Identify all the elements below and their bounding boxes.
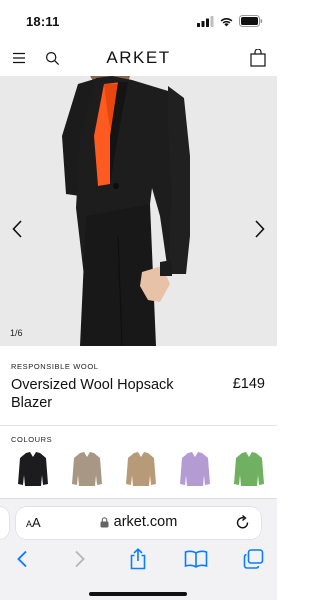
- image-counter: 1/6: [10, 328, 23, 338]
- status-icons: [197, 15, 263, 27]
- url-display[interactable]: arket.com: [16, 514, 261, 530]
- status-bar: 18:11: [0, 0, 277, 42]
- colour-swatches: [14, 450, 268, 488]
- reload-icon[interactable]: [235, 514, 251, 532]
- status-time: 18:11: [26, 14, 60, 29]
- colour-swatch-green[interactable]: [230, 450, 268, 488]
- brand-logo[interactable]: ARKET: [0, 48, 277, 68]
- wifi-icon: [220, 17, 233, 26]
- divider: [0, 425, 277, 426]
- blazer-swatch-image: [18, 452, 48, 486]
- blazer-swatch-image: [72, 452, 102, 486]
- product-image-carousel[interactable]: 1/6: [0, 76, 277, 346]
- forward-icon[interactable]: [68, 547, 92, 571]
- bookmarks-icon[interactable]: [184, 547, 208, 571]
- colour-swatch-black[interactable]: [14, 450, 52, 488]
- signal-icon: [197, 15, 214, 27]
- colour-swatch-lilac[interactable]: [176, 450, 214, 488]
- colour-swatch-camel[interactable]: [122, 450, 160, 488]
- battery-icon: [239, 15, 263, 27]
- site-header: ARKET: [0, 42, 277, 76]
- lock-icon: [100, 516, 109, 527]
- blazer-swatch-image: [126, 452, 156, 486]
- chevron-right-icon[interactable]: [252, 218, 268, 240]
- tabs-icon[interactable]: [241, 547, 265, 571]
- blazer-swatch-image: [180, 452, 210, 486]
- colours-label: COLOURS: [11, 435, 53, 444]
- browser-chrome: AA arket.com: [0, 498, 277, 600]
- share-icon[interactable]: [126, 547, 150, 571]
- previous-tab-peek[interactable]: [0, 507, 9, 539]
- product-info: RESPONSIBLE WOOL Oversized Wool Hopsack …: [0, 346, 277, 498]
- product-eyebrow: RESPONSIBLE WOOL: [11, 362, 99, 371]
- product-name: Oversized Wool Hopsack Blazer: [11, 377, 174, 411]
- chevron-left-icon[interactable]: [9, 218, 25, 240]
- home-indicator: [89, 592, 187, 596]
- browser-toolbar: [0, 547, 277, 571]
- url-text: arket.com: [113, 514, 178, 530]
- bag-icon[interactable]: [248, 48, 268, 68]
- blazer-swatch-image: [234, 452, 264, 486]
- product-photo: [0, 76, 277, 346]
- address-bar[interactable]: AA arket.com: [16, 507, 261, 539]
- back-icon[interactable]: [10, 547, 34, 571]
- colour-swatch-grey-beige[interactable]: [68, 450, 106, 488]
- product-price: £149: [232, 376, 265, 392]
